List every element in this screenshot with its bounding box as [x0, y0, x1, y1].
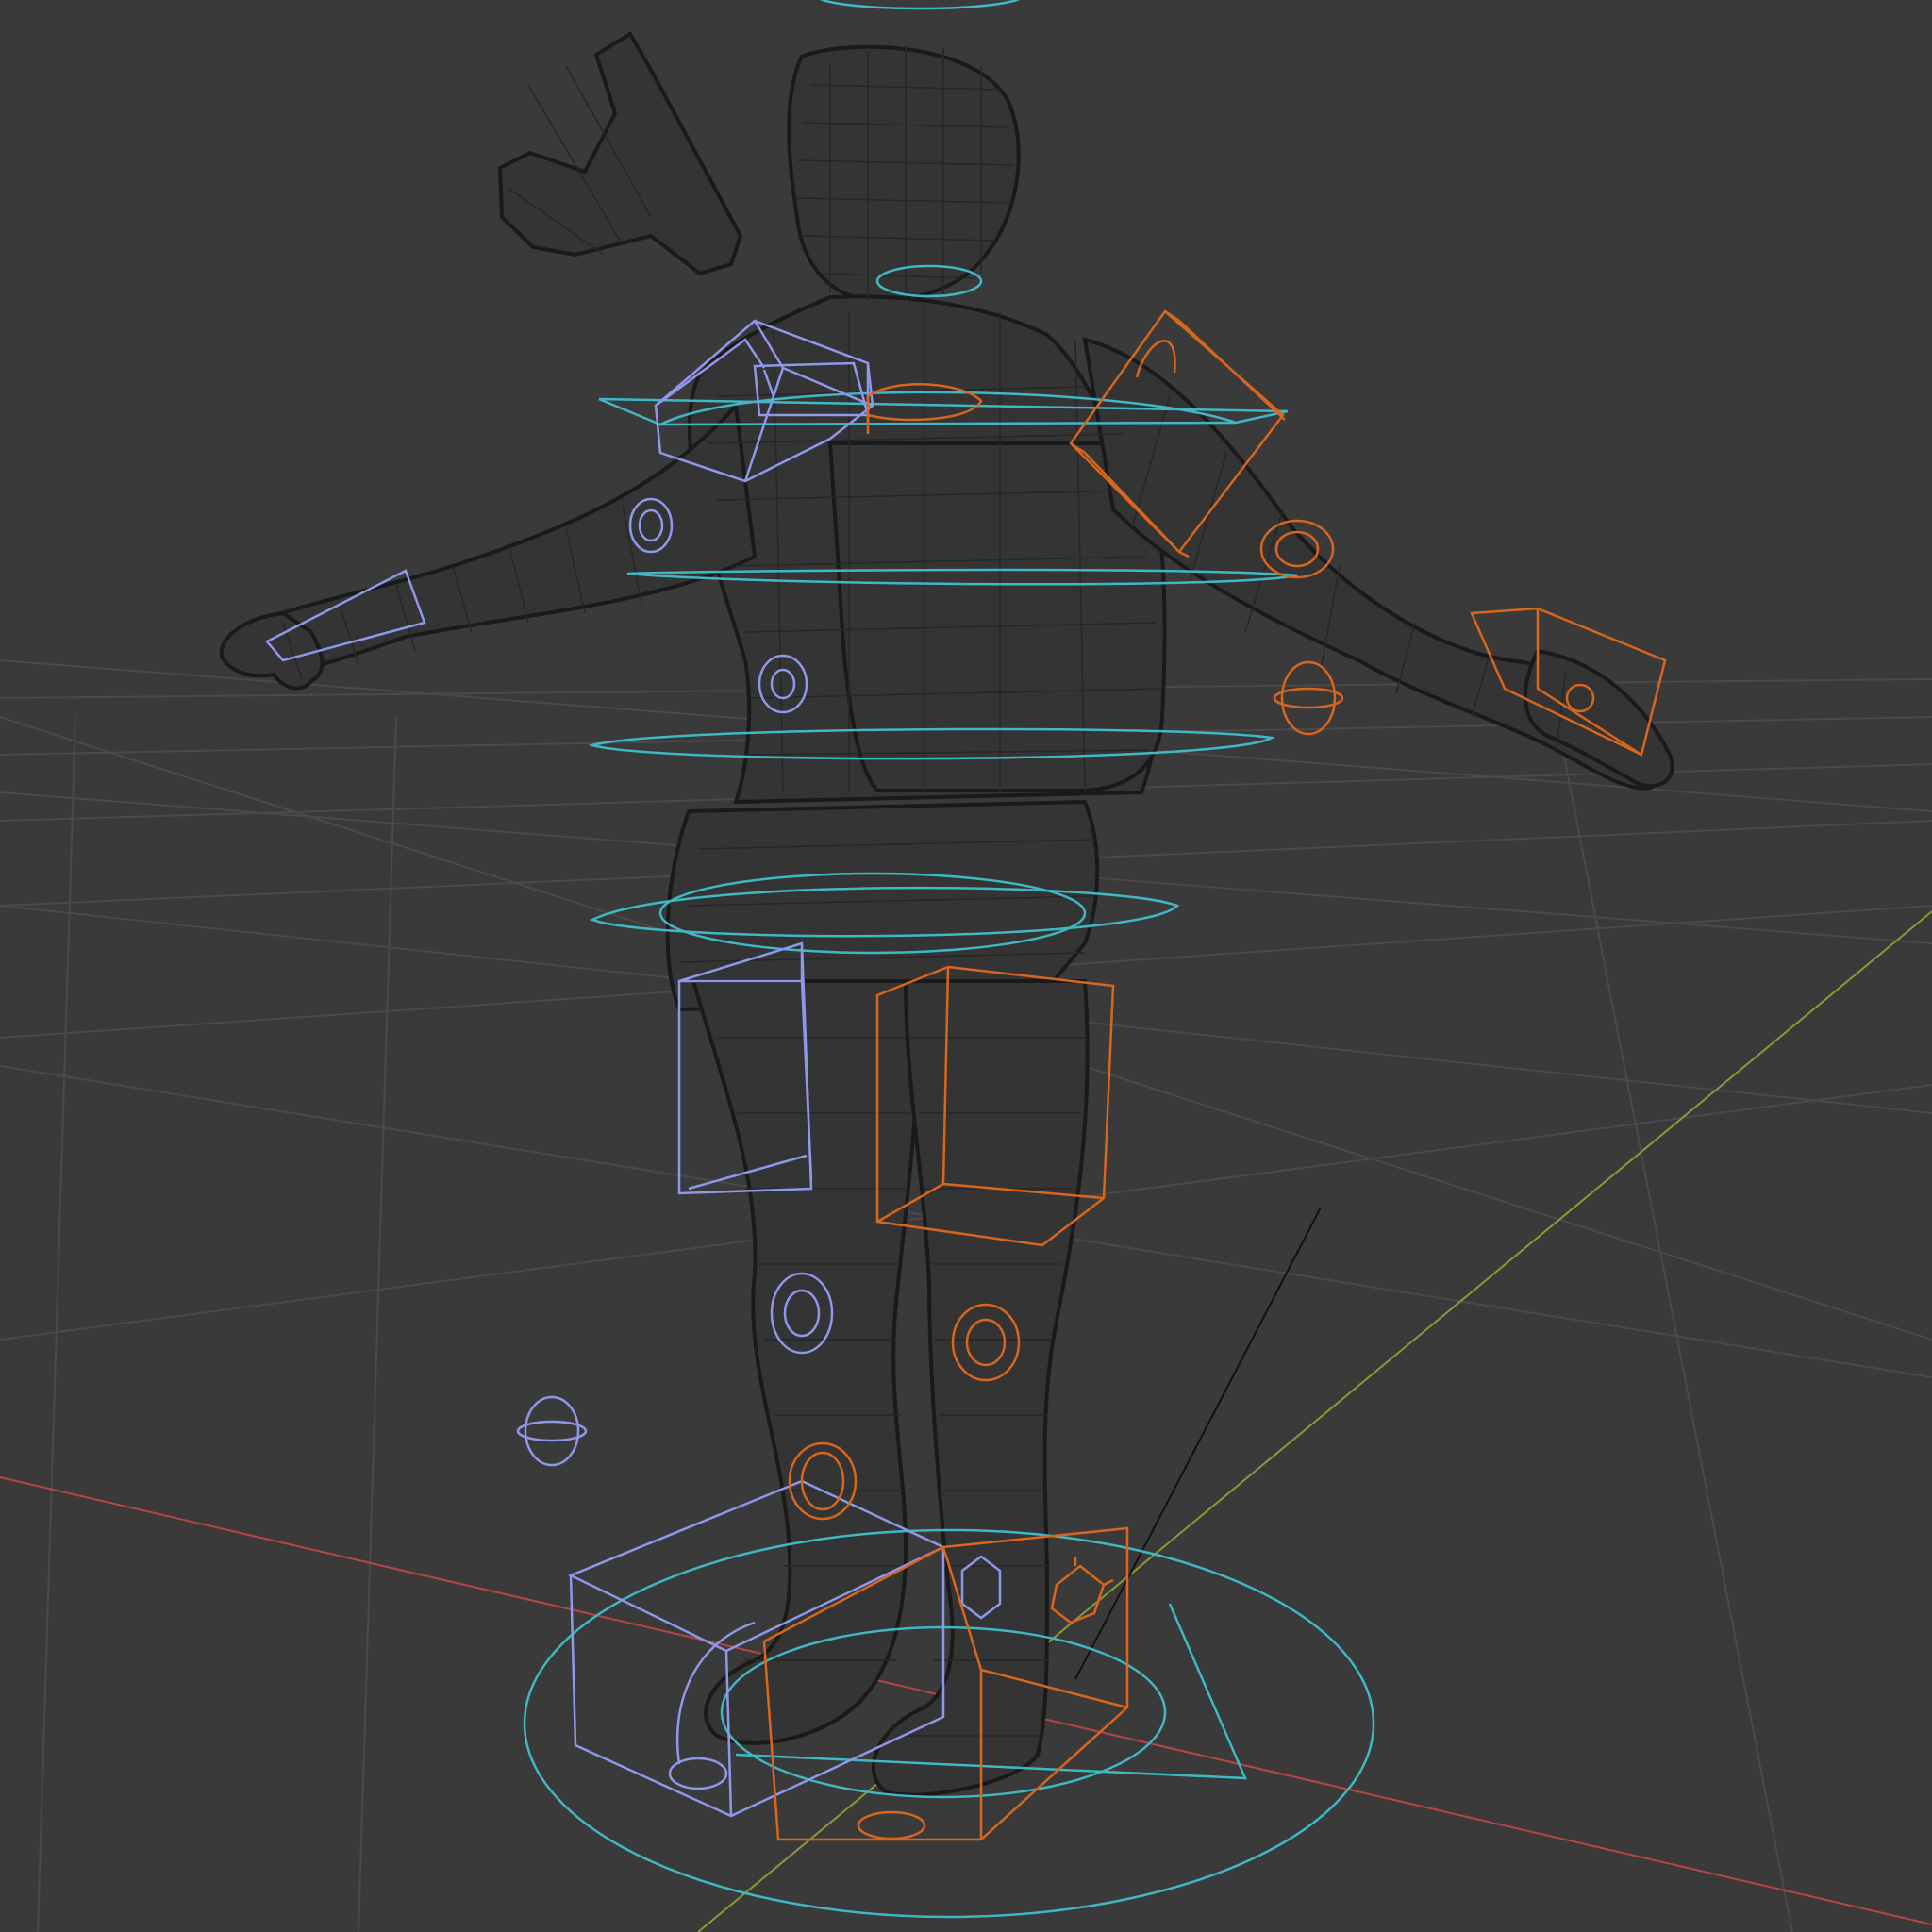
pole-right-control[interactable] [1280, 660, 1337, 736]
3d-viewport[interactable] [0, 0, 1932, 1932]
pole-right-ring-control[interactable] [1273, 687, 1344, 709]
head-top-control[interactable] [816, 0, 1024, 10]
viewport-canvas[interactable] [0, 0, 1932, 1932]
pole-left-ring-control[interactable] [516, 1420, 588, 1442]
gear-right-control[interactable] [1050, 1557, 1114, 1624]
heel-right-control[interactable] [857, 1810, 926, 1840]
pole-left-control[interactable] [524, 1395, 580, 1467]
pelvis-mesh [665, 799, 1100, 1012]
rifle-mesh [497, 31, 743, 276]
bone-line [1074, 1207, 1322, 1680]
